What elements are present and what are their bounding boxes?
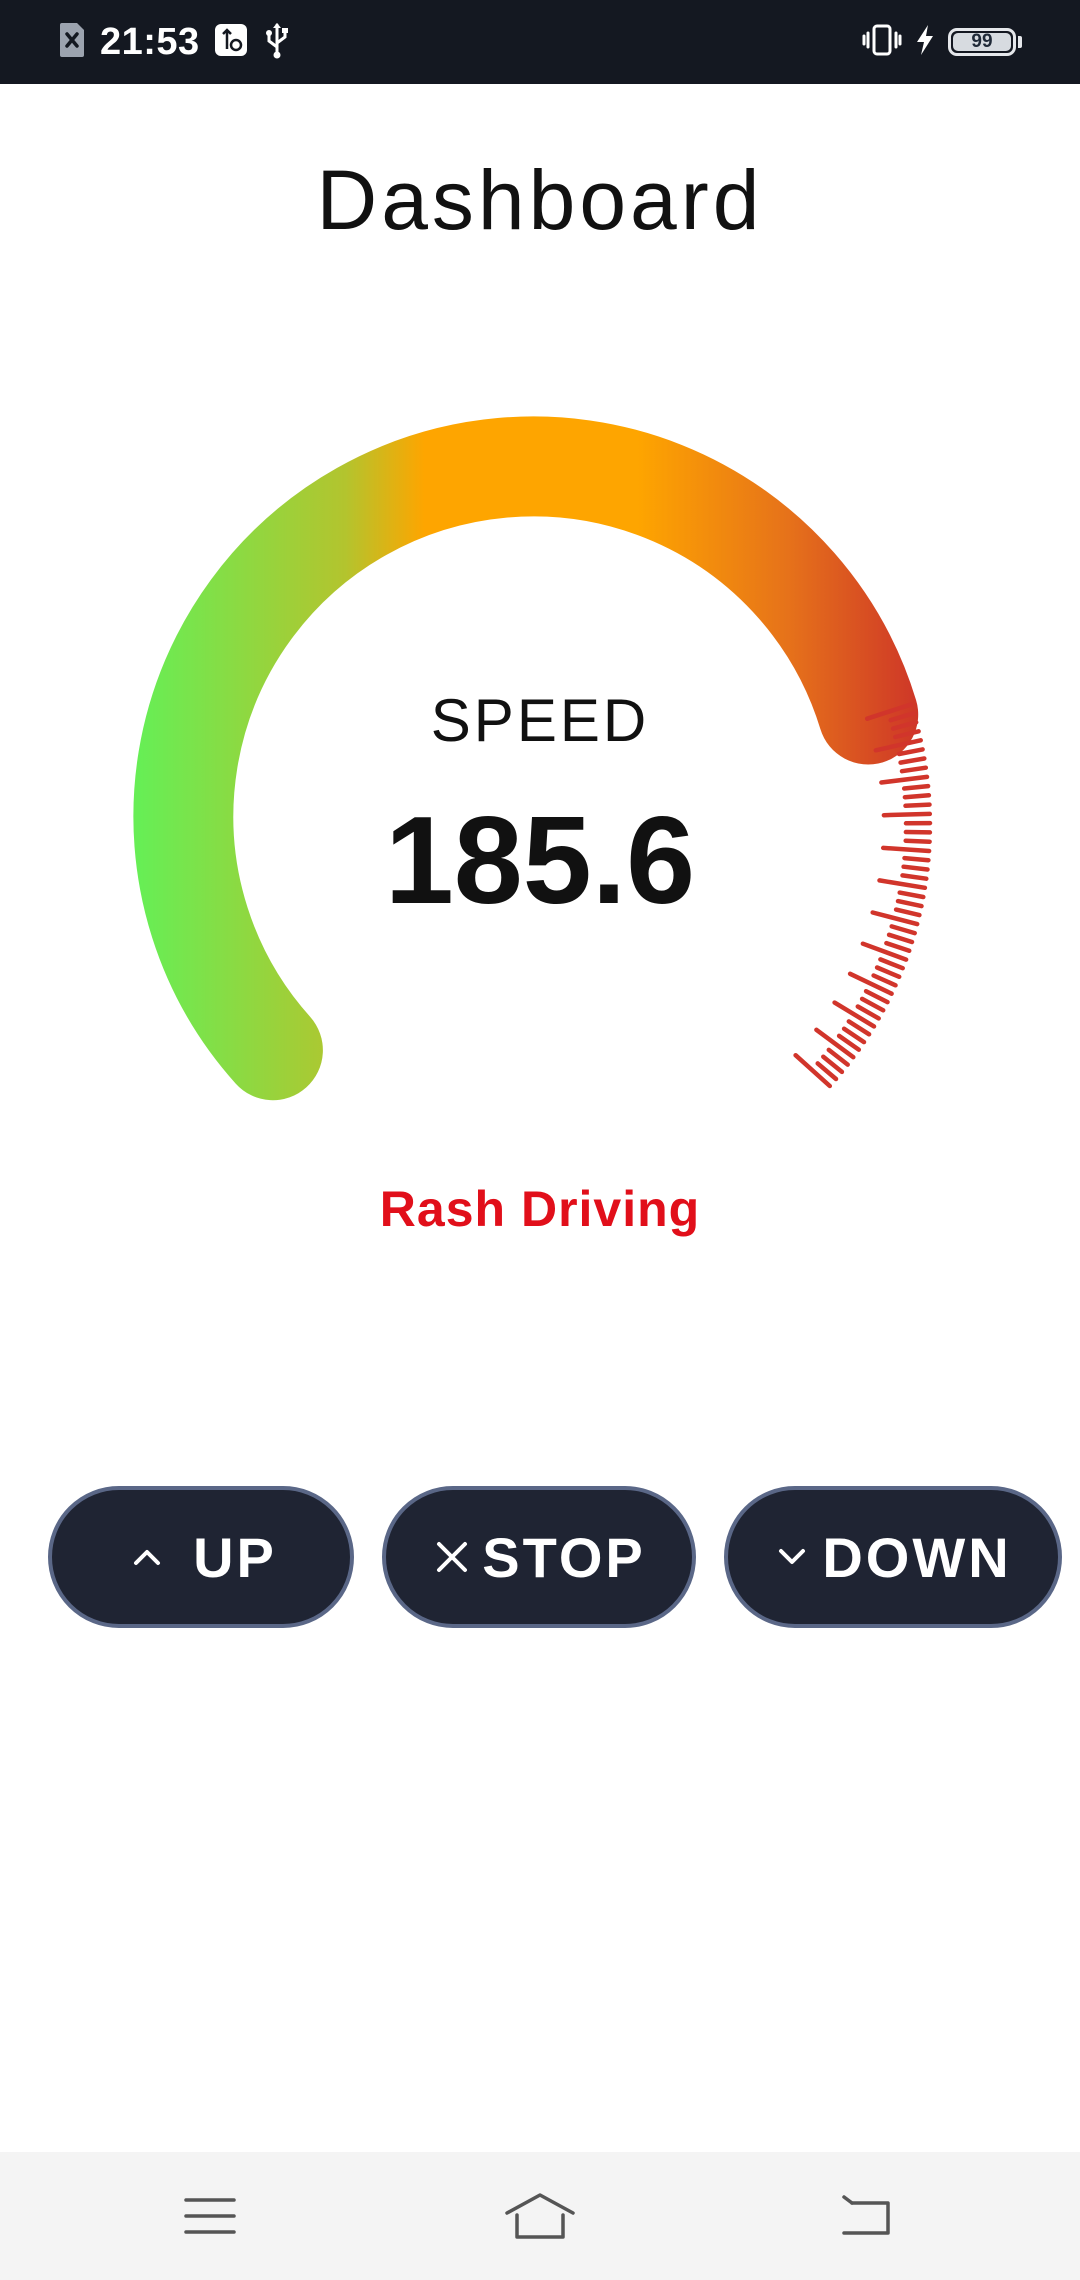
- gauge-tick: [847, 971, 894, 996]
- battery-icon: 99: [948, 28, 1022, 56]
- page-title: Dashboard: [316, 153, 764, 247]
- gauge-tick: [878, 957, 905, 971]
- vibrate-icon: [862, 23, 902, 62]
- gauge-tick: [898, 756, 927, 765]
- speed-label: SPEED: [430, 687, 650, 754]
- gauge-tick: [901, 783, 931, 791]
- driving-status: Rash Driving: [379, 1181, 701, 1237]
- menu-icon[interactable]: [178, 2186, 242, 2246]
- usb-icon: [262, 21, 292, 64]
- usb-settings-icon: [214, 23, 248, 62]
- clock: 21:53: [100, 20, 200, 63]
- status-bar: 21:53 99: [0, 0, 1080, 84]
- gauge-tick: [899, 765, 929, 774]
- status-bar-right: 99: [862, 18, 1022, 66]
- chevron-up-icon: [125, 1535, 169, 1579]
- charging-icon: [914, 23, 936, 62]
- close-icon: [432, 1535, 472, 1579]
- sim-blocked-icon: [58, 21, 86, 64]
- status-bar-left: 21:53: [58, 18, 292, 66]
- gauge-tick: [884, 940, 912, 954]
- gauge-tick: [871, 973, 898, 988]
- battery-level: 99: [971, 31, 993, 52]
- down-button-label: DOWN: [822, 1525, 1012, 1589]
- stop-button[interactable]: STOP: [382, 1486, 696, 1628]
- home-icon[interactable]: [502, 2186, 578, 2246]
- up-button-label: UP: [193, 1525, 277, 1589]
- stop-button-label: STOP: [482, 1525, 646, 1589]
- gauge-tick: [874, 965, 902, 980]
- speed-value: 185.6: [384, 792, 696, 930]
- chevron-down-icon: [774, 1535, 810, 1579]
- gauge-tick: [879, 774, 930, 785]
- navigation-bar: [0, 2152, 1080, 2280]
- up-button[interactable]: UP: [48, 1486, 354, 1628]
- gauge-tick: [886, 932, 915, 945]
- gauge-arc: [133, 416, 919, 1101]
- back-icon[interactable]: [836, 2186, 896, 2246]
- down-button[interactable]: DOWN: [724, 1486, 1062, 1628]
